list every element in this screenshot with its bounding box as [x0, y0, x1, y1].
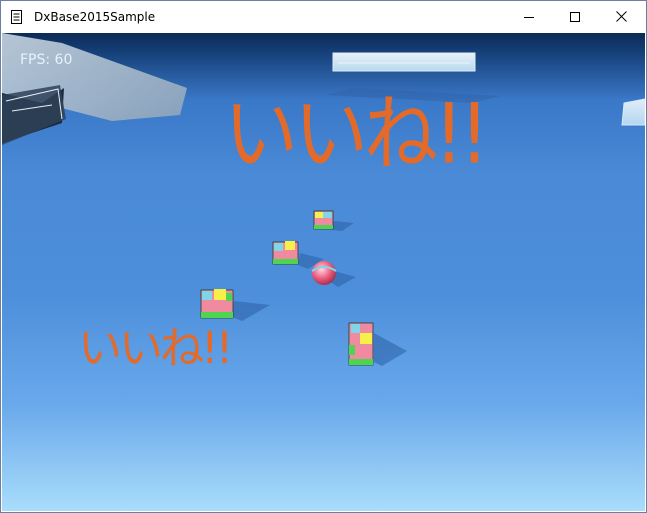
- cube-4: [348, 322, 374, 366]
- edge-panel: [621, 98, 645, 126]
- shadows: [232, 221, 407, 366]
- maximize-icon: [570, 11, 580, 22]
- cube-3: [200, 289, 234, 319]
- close-icon: [615, 11, 627, 22]
- app-icon: [11, 10, 22, 24]
- cube-2: [272, 241, 299, 265]
- player-ball: [311, 261, 337, 285]
- cube-1: [313, 210, 334, 230]
- minimize-button[interactable]: [506, 1, 552, 32]
- close-button[interactable]: [598, 1, 644, 32]
- window-title: DxBase2015Sample: [34, 10, 156, 24]
- maximize-button[interactable]: [552, 1, 598, 32]
- like-caption-small: いいね!!: [78, 323, 233, 374]
- fps-counter: FPS: 60: [20, 52, 73, 68]
- grey-structure: [2, 33, 187, 145]
- like-caption-large: いいね!!: [224, 86, 489, 183]
- title-bar[interactable]: DxBase2015Sample: [1, 1, 646, 32]
- app-window: DxBase2015Sample FPS: 60 いいね!! いいね!!: [0, 0, 647, 513]
- game-viewport[interactable]: FPS: 60 いいね!! いいね!!: [2, 33, 645, 511]
- minimize-icon: [524, 16, 534, 18]
